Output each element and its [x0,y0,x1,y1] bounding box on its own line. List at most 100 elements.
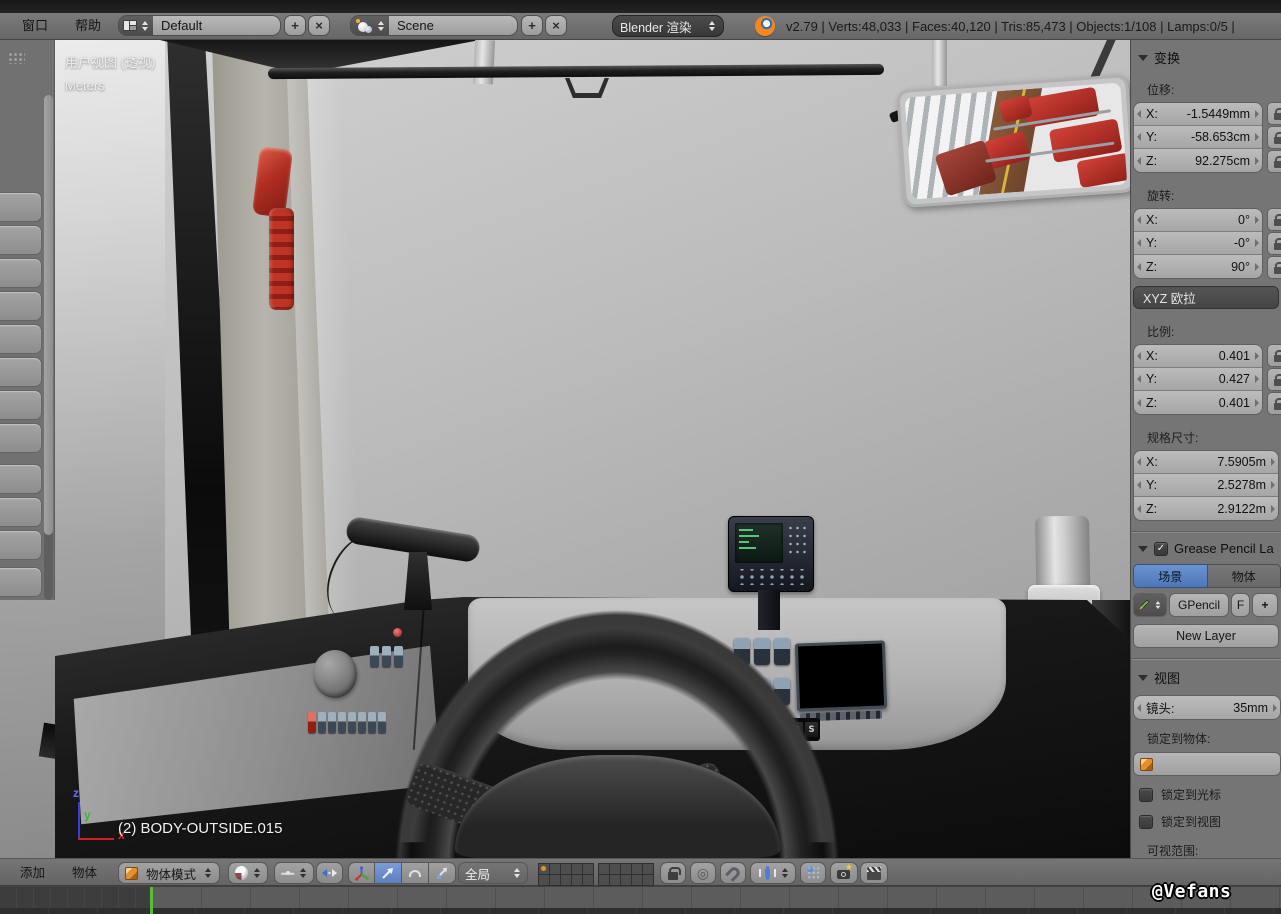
location-y-field[interactable]: Y: -58.653cm [1134,126,1262,149]
lock-to-cursor-row[interactable]: 锁定到光标 [1139,786,1281,803]
rotation-x-field[interactable]: X: 0° [1134,209,1262,232]
snap-grid-button[interactable] [800,862,826,884]
tool-shelf-button[interactable] [0,423,42,453]
manipulate-center-points-toggle[interactable] [316,862,343,884]
viewport-shading-dropdown[interactable] [228,862,268,884]
lock-rotation-y-button[interactable] [1267,232,1281,255]
lock-view-checkbox[interactable] [1139,814,1153,829]
gpencil-name-field[interactable]: GPencil [1169,593,1229,617]
transform-panel-header[interactable]: 变换 [1138,48,1281,67]
lock-location-z-button[interactable] [1267,150,1281,173]
view-panel-header[interactable]: 视图 [1138,668,1281,687]
lock-icon [1274,131,1281,144]
dimensions-y-field[interactable]: Y: 2.5278m [1134,474,1278,497]
timeline-playhead[interactable] [150,887,153,914]
scale-z-field[interactable]: Z: 0.401 [1134,391,1262,414]
layers-group-2[interactable] [597,862,654,886]
switch-group-left [370,646,403,667]
tool-shelf-button[interactable] [0,357,42,387]
tool-shelf-scrollbar[interactable] [44,95,53,535]
scene-selector[interactable]: Scene [350,15,518,36]
scale-x-field[interactable]: X: 0.401 [1134,345,1262,368]
opengl-render-anim-button[interactable] [860,862,888,884]
gpencil-new-button[interactable]: + [1252,593,1278,617]
lock-to-view-row[interactable]: 锁定到视图 [1139,813,1281,830]
manipulator-translate-button[interactable] [375,862,402,884]
lock-icon [1274,349,1281,362]
lock-rotation-z-button[interactable] [1267,256,1281,279]
layout-add-button[interactable]: + [284,15,306,36]
proportional-circle-icon: ◎ [696,864,710,881]
dimensions-z-field[interactable]: Z: 2.9122m [1134,497,1278,520]
lock-scale-y-button[interactable] [1267,368,1281,391]
tool-shelf-button[interactable] [0,258,42,288]
lock-location-x-button[interactable] [1267,102,1281,125]
lock-camera-button[interactable] [660,862,686,884]
3d-viewport[interactable]: D N R S 用户 [0,40,1130,858]
layout-spin-arrows[interactable] [140,20,149,31]
fare-terminal-screen [735,523,783,563]
snap-element-dropdown[interactable] [750,862,796,884]
region-corner-handle-2[interactable] [24,600,41,612]
tool-shelf-button[interactable] [0,225,42,255]
lock-location-y-button[interactable] [1267,126,1281,149]
rotation-y-field[interactable]: Y: -0° [1134,232,1262,255]
tool-shelf-button[interactable] [0,497,42,527]
tab-scene[interactable]: 场景 [1133,564,1208,588]
scene-spin-arrows[interactable] [376,20,385,31]
lens-field[interactable]: 镜头: 35mm [1134,696,1280,719]
tool-shelf-button[interactable] [0,192,42,222]
mode-dropdown[interactable]: 物体模式 [118,862,220,884]
opengl-render-image-button[interactable]: ★ [830,862,858,884]
scene-delete-button[interactable]: × [545,15,567,36]
clapperboard-icon [866,866,882,880]
rotation-z-field[interactable]: Z: 90° [1134,255,1262,278]
scale-y-field[interactable]: Y: 0.427 [1134,368,1262,391]
layers-group-1[interactable] [537,862,594,886]
layout-name-field[interactable]: Default [153,16,280,35]
grease-pencil-panel-header[interactable]: ✓ Grease Pencil La [1138,541,1281,556]
pivot-point-dropdown[interactable] [274,862,314,884]
region-corner-handle[interactable] [8,52,25,64]
tool-shelf-button[interactable] [0,291,42,321]
tab-object[interactable]: 物体 [1207,564,1281,588]
rotation-mode-dropdown[interactable]: XYZ 欧拉 [1133,286,1279,309]
screen-layout-selector[interactable]: Default [118,15,281,36]
dimensions-x-field[interactable]: X: 7.5905m [1134,451,1278,474]
timeline-region[interactable] [0,886,1281,914]
lock-scale-x-button[interactable] [1267,344,1281,367]
grease-pencil-checkbox[interactable]: ✓ [1154,541,1168,556]
proportional-edit-button[interactable]: ◎ [690,862,716,884]
fake-user-button[interactable]: F [1231,593,1250,617]
lock-object-field[interactable] [1133,752,1281,776]
snap-toggle-button[interactable] [720,862,746,884]
transform-orientation-dropdown[interactable]: 全局 [458,862,528,884]
tool-shelf-button[interactable] [0,390,42,420]
menu-object[interactable]: 物体 [72,859,97,887]
render-engine-dropdown[interactable]: Blender 渲染 [612,15,724,37]
manipulator-scale-button[interactable] [429,862,456,884]
tool-shelf-button[interactable] [0,530,42,560]
tool-shelf-button[interactable] [0,567,42,597]
tool-shelf-button[interactable] [0,324,42,354]
scene-add-button[interactable]: + [521,15,543,36]
menu-add[interactable]: 添加 [20,859,45,887]
lock-scale-z-button[interactable] [1267,392,1281,415]
location-z-field[interactable]: Z: 92.275cm [1134,149,1262,172]
location-x-field[interactable]: X: -1.5449mm [1134,103,1262,126]
layout-delete-button[interactable]: × [308,15,330,36]
lock-rotation-x-button[interactable] [1267,208,1281,231]
timeline-scroll-strip[interactable] [0,908,1281,914]
menu-window[interactable]: 窗口 [22,13,48,39]
shading-sphere-icon [235,866,248,880]
manipulator-axes-button[interactable] [348,862,375,884]
scene-name-field[interactable]: Scene [389,16,517,35]
manipulator-rotate-button[interactable] [402,862,429,884]
switch-row [308,712,386,733]
tool-shelf-button[interactable] [0,464,42,494]
gpencil-type-dropdown[interactable] [1133,593,1167,617]
menu-help[interactable]: 帮助 [75,13,101,39]
new-layer-button[interactable]: New Layer [1133,624,1279,648]
axis-z-line [78,802,80,838]
lock-cursor-checkbox[interactable] [1139,787,1153,802]
